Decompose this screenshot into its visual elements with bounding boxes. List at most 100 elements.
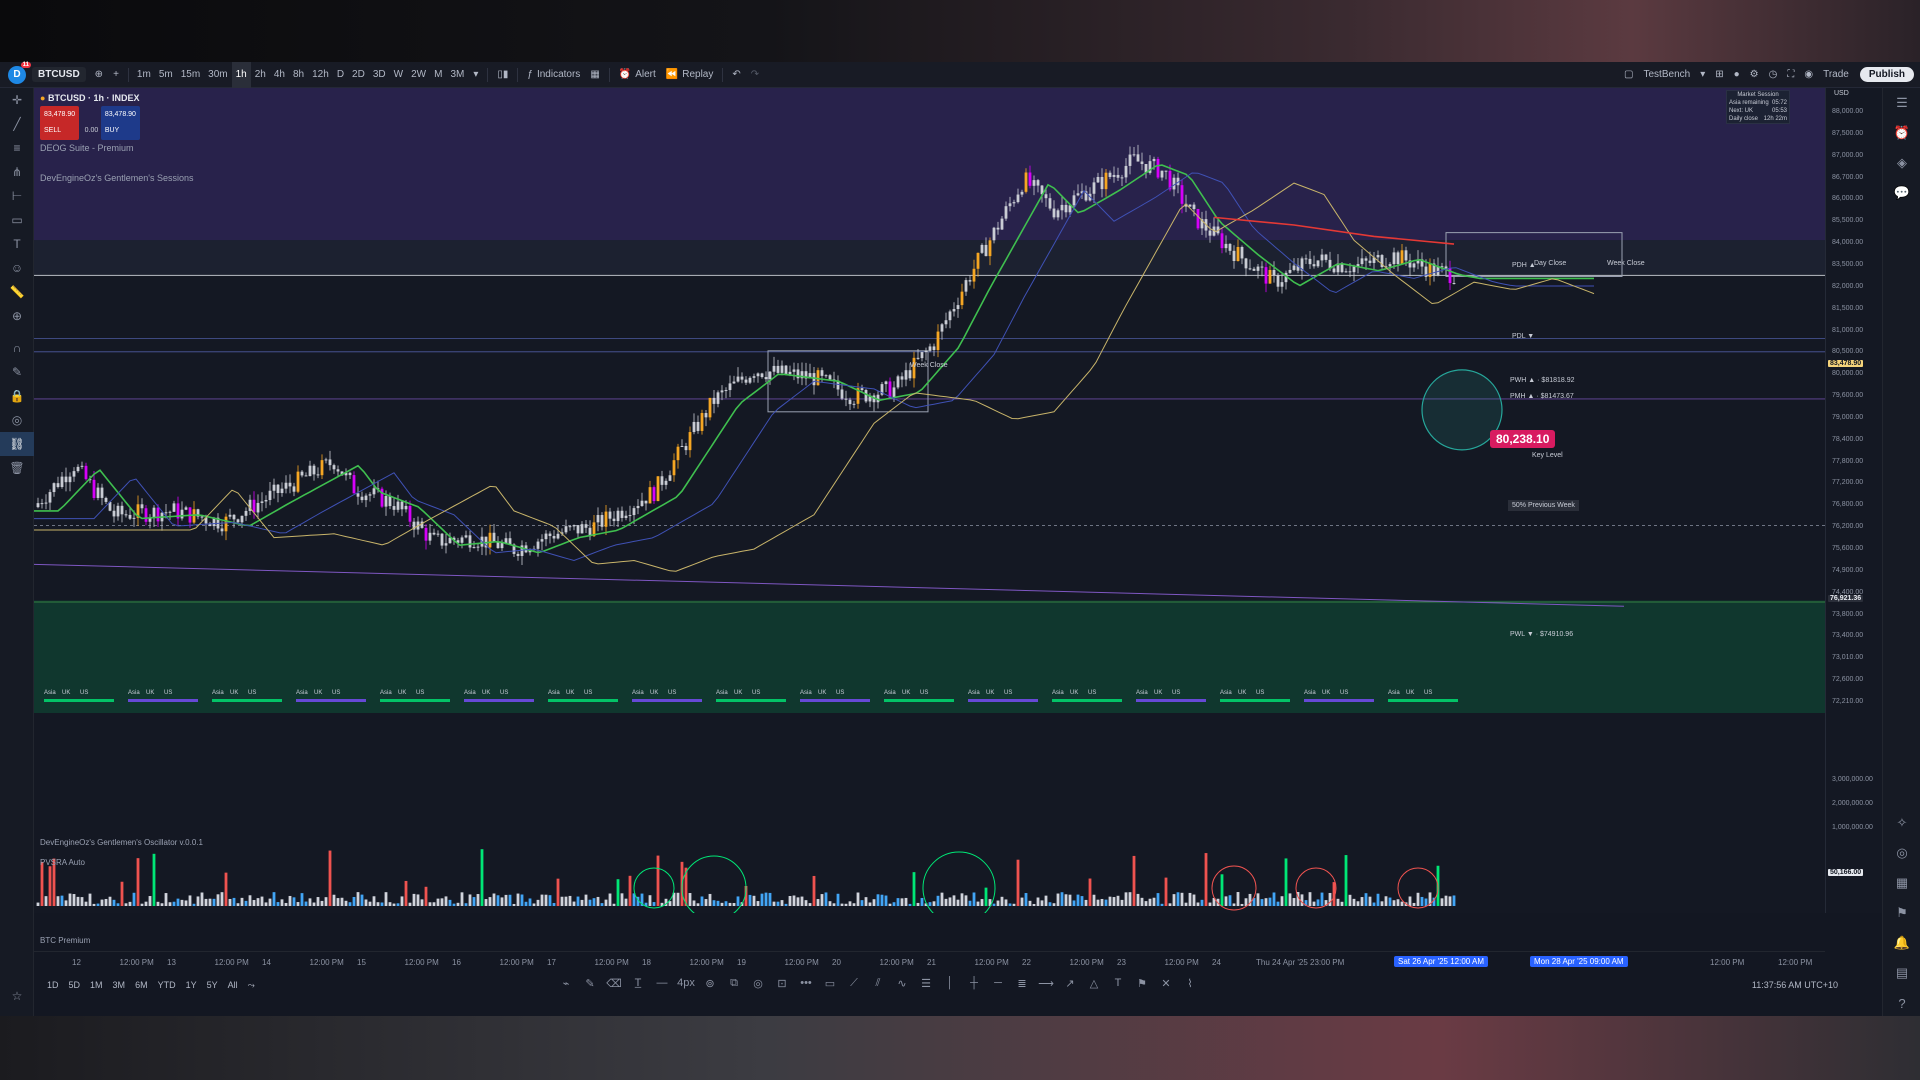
range-5Y[interactable]: 5Y <box>202 980 223 990</box>
timeframe-2W[interactable]: 2W <box>407 62 430 88</box>
currency-label[interactable]: USD <box>1834 90 1849 97</box>
pen-icon[interactable]: ✎ <box>578 977 602 990</box>
add-symbol-icon[interactable]: + <box>108 62 124 88</box>
timeframe-M[interactable]: M <box>430 62 446 88</box>
ray-icon[interactable]: ⟶ <box>1034 977 1058 990</box>
style-icon[interactable]: ⊚ <box>698 977 722 990</box>
range-All[interactable]: All <box>223 980 243 990</box>
cross-line-icon[interactable]: ┼ <box>962 977 986 990</box>
text-icon[interactable]: T <box>0 232 34 256</box>
trend-line-icon[interactable]: ╱ <box>0 112 34 136</box>
copy-icon[interactable]: ⧉ <box>722 977 746 990</box>
more-icon[interactable]: ••• <box>794 977 818 990</box>
range-3M[interactable]: 3M <box>108 980 131 990</box>
crosshair-icon[interactable]: ✛ <box>0 88 34 112</box>
range-6M[interactable]: 6M <box>130 980 153 990</box>
timeframe-1h[interactable]: 1h <box>231 61 251 88</box>
layout-dropdown-icon[interactable]: ▾ <box>1695 62 1710 88</box>
redo-icon[interactable]: ↷ <box>746 62 764 88</box>
underline-icon[interactable]: T̲ <box>626 977 650 990</box>
clock-icon[interactable]: ◷ <box>1764 62 1783 88</box>
buy-button[interactable]: 83,478.90 BUY <box>100 106 140 140</box>
publish-button[interactable]: Publish <box>1859 67 1914 82</box>
compare-symbol-icon[interactable]: ⊕ <box>90 62 108 88</box>
chat-icon[interactable]: 💬 <box>1883 178 1920 208</box>
calendar-icon[interactable]: ▦ <box>1883 868 1920 898</box>
range-YTD[interactable]: YTD <box>153 980 181 990</box>
triangle-icon[interactable]: △ <box>1082 977 1106 990</box>
channel-icon[interactable]: ⫽ <box>866 977 890 990</box>
rectangle-icon[interactable]: ▭ <box>818 977 842 990</box>
lines-icon[interactable]: ☰ <box>914 977 938 990</box>
indicators-button[interactable]: ƒ Indicators <box>522 62 585 88</box>
goto-date-icon[interactable]: ⤳ <box>243 980 260 991</box>
camera-icon[interactable]: ◉ <box>1799 62 1818 88</box>
favorites-star-icon[interactable]: ☆ <box>0 984 34 1008</box>
pvsra-label[interactable]: PVSRA Auto <box>40 858 85 867</box>
trade-button[interactable]: Trade <box>1818 62 1854 88</box>
ruler-icon[interactable]: 📏 <box>0 280 34 304</box>
key-level-badge[interactable]: 80,238.10 <box>1490 430 1556 448</box>
range-1D[interactable]: 1D <box>42 980 64 990</box>
symbol-search[interactable]: BTCUSD <box>32 67 86 82</box>
trash-icon[interactable]: 🗑 <box>0 456 34 480</box>
sell-button[interactable]: 83,478.90 SELL <box>40 106 80 140</box>
oscillator-title[interactable]: DevEngineOz's Gentlemen's Oscillator v.0… <box>40 838 203 847</box>
range-1Y[interactable]: 1Y <box>181 980 202 990</box>
fib-retracement-icon[interactable]: ≣ <box>1010 977 1034 990</box>
fullscreen-icon[interactable]: ⛶ <box>1782 62 1799 88</box>
timeframe-8h[interactable]: 8h <box>289 62 308 88</box>
undo-icon[interactable]: ↶ <box>727 62 745 88</box>
timeframe-1m[interactable]: 1m <box>133 62 155 88</box>
quick-search-icon[interactable]: ● <box>1729 62 1745 88</box>
range-5D[interactable]: 5D <box>64 980 86 990</box>
zoom-in-icon[interactable]: ⊕ <box>0 304 34 328</box>
timeframe-12h[interactable]: 12h <box>308 62 333 88</box>
wave-icon[interactable]: ∿ <box>890 977 914 990</box>
path-icon[interactable]: ⟋ <box>842 977 866 990</box>
eye-icon[interactable]: ◎ <box>0 408 34 432</box>
emoji-icon[interactable]: ☺ <box>0 256 34 280</box>
px-icon[interactable]: 4px <box>674 977 698 990</box>
range-1M[interactable]: 1M <box>85 980 108 990</box>
chart-type-icon[interactable]: ▯▮ <box>492 62 513 88</box>
settings-gear-icon[interactable]: ⚙ <box>1745 62 1764 88</box>
streams-icon[interactable]: ◎ <box>1883 838 1920 868</box>
price-axis[interactable]: USD 88,000.00 87,500.00 87,000.00 86,700.00… <box>1825 88 1882 913</box>
layout-name[interactable]: TestBench <box>1639 62 1696 88</box>
timeframe-W[interactable]: W <box>390 62 407 88</box>
pattern-icon[interactable]: ⌁ <box>554 977 578 990</box>
pitchfork-icon[interactable]: ⋔ <box>0 160 34 184</box>
arrow-icon[interactable]: ↗ <box>1058 977 1082 990</box>
grid-icon[interactable]: ⊞ <box>1710 62 1728 88</box>
line-width-icon[interactable]: — <box>650 977 674 990</box>
flag-icon[interactable]: ⚑ <box>1130 977 1154 990</box>
user-avatar[interactable]: D 11 <box>8 61 31 84</box>
timeframe-D[interactable]: D <box>333 62 348 88</box>
timeframe-15m[interactable]: 15m <box>177 62 204 88</box>
timeframe-3D[interactable]: 3D <box>369 62 390 88</box>
timeframe-3M[interactable]: 3M <box>446 62 468 88</box>
hline-icon[interactable]: ─ <box>986 977 1010 990</box>
help-icon[interactable]: ? <box>1883 988 1920 1018</box>
templates-icon[interactable]: ▦ <box>585 62 604 88</box>
indicator-sessions[interactable]: DevEngineOz's Gentlemen's Sessions <box>40 170 194 186</box>
alert-button[interactable]: ⏰ Alert <box>614 62 661 88</box>
indicator-deog[interactable]: DEOG Suite - Premium <box>40 140 194 156</box>
delete-icon[interactable]: ⊡ <box>770 977 794 990</box>
timeframe-2D[interactable]: 2D <box>348 62 369 88</box>
eraser-icon[interactable]: ⌫ <box>602 977 626 990</box>
layers-icon[interactable]: ◈ <box>1883 148 1920 178</box>
layout-icon[interactable]: ▢ <box>1619 62 1638 88</box>
btc-premium-label[interactable]: BTC Premium <box>40 936 90 945</box>
price-chart[interactable]: Asia UK US Asia UK US Asia UK US Asia UK US Asia UK US… <box>34 88 1825 913</box>
link-icon[interactable]: ⛓ <box>0 432 34 456</box>
timeframe-30m[interactable]: 30m <box>204 62 231 88</box>
timeframe-4h[interactable]: 4h <box>270 62 289 88</box>
replay-button[interactable]: ⏪ Replay <box>661 62 719 88</box>
cross-icon[interactable]: ✕ <box>1154 977 1178 990</box>
oscillator-pane[interactable]: DevEngineOz's Gentlemen's Oscillator v.0… <box>34 838 1825 952</box>
fib-icon[interactable]: ⊢ <box>0 184 34 208</box>
timeframe-2h[interactable]: 2h <box>251 62 270 88</box>
brush-icon[interactable]: ▭ <box>0 208 34 232</box>
